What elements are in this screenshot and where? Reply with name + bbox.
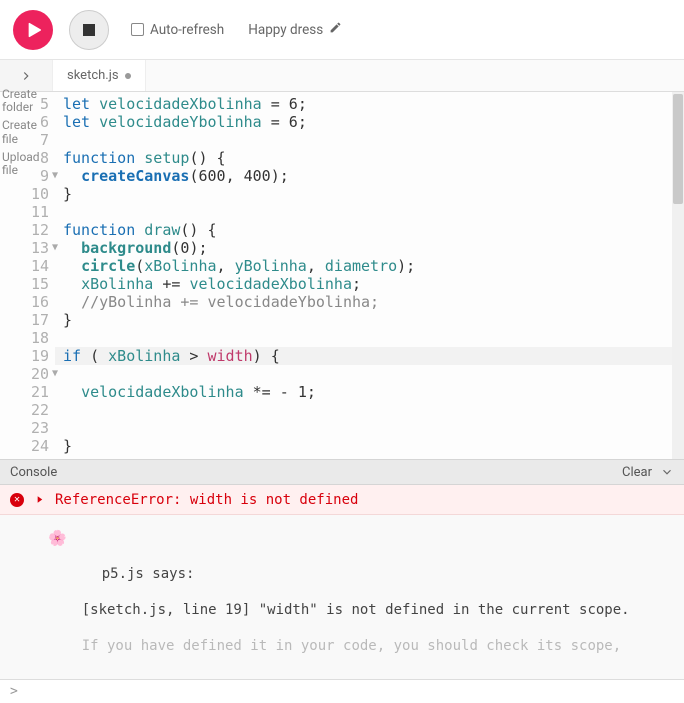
stop-icon <box>83 24 95 36</box>
chevron-down-icon[interactable] <box>660 465 674 479</box>
console-error-text: ReferenceError: width is not defined <box>55 492 358 508</box>
project-name[interactable]: Happy dress <box>248 21 342 38</box>
scrollbar-thumb[interactable] <box>673 94 683 204</box>
error-icon: ✕ <box>10 493 24 507</box>
tab-bar: sketch.js <box>0 60 684 92</box>
unsaved-dot-icon <box>125 73 131 79</box>
stop-button[interactable] <box>69 10 109 50</box>
play-icon <box>22 19 44 41</box>
pencil-icon <box>329 21 342 38</box>
toolbar: Auto-refresh Happy dress <box>0 0 684 60</box>
sidebar-upload-file[interactable]: Upload file <box>2 151 42 177</box>
console-header: Console Clear <box>0 459 684 485</box>
console-input[interactable]: > <box>0 679 684 703</box>
sidebar-peek: Create folder Create file Upload file <box>0 88 42 182</box>
console-prompt: > <box>10 684 18 699</box>
code-editor[interactable]: 5678▼9101112▼13141516171819▼2021222324 l… <box>0 92 684 459</box>
p5-says-label: p5.js says: <box>82 566 195 582</box>
file-tab-label: sketch.js <box>67 68 119 83</box>
console-p5-message: 🌸 p5.js says: [sketch.js, line 19] "widt… <box>0 515 684 679</box>
auto-refresh-label: Auto-refresh <box>150 22 224 38</box>
project-name-text: Happy dress <box>248 22 323 38</box>
flower-icon: 🌸 <box>48 529 67 547</box>
console-clear-button[interactable]: Clear <box>622 465 652 480</box>
sidebar-create-folder[interactable]: Create folder <box>2 88 42 114</box>
console-title: Console <box>10 465 57 480</box>
auto-refresh-toggle[interactable]: Auto-refresh <box>131 22 224 38</box>
disclosure-triangle-icon <box>34 494 45 505</box>
console-error-row[interactable]: ✕ ReferenceError: width is not defined <box>0 485 684 515</box>
p5-detail-text-2: If you have defined it in your code, you… <box>82 638 621 654</box>
p5-detail-text: [sketch.js, line 19] "width" is not defi… <box>82 602 630 618</box>
play-button[interactable] <box>13 10 53 50</box>
chevron-right-icon <box>19 69 33 83</box>
file-tab[interactable]: sketch.js <box>53 60 146 91</box>
console-body: ✕ ReferenceError: width is not defined 🌸… <box>0 485 684 679</box>
code-area[interactable]: let velocidadeXbolinha = 6;let velocidad… <box>55 92 684 459</box>
scrollbar[interactable] <box>672 92 684 459</box>
checkbox-icon <box>131 23 144 36</box>
sidebar-create-file[interactable]: Create file <box>2 119 42 145</box>
